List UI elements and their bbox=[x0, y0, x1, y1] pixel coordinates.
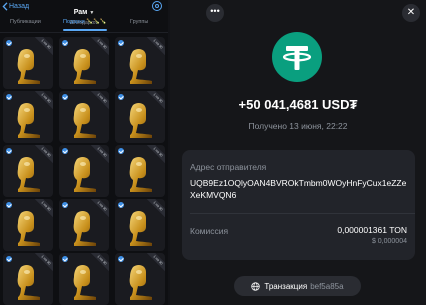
fee-label: Комиссия bbox=[190, 226, 229, 236]
check-badge-icon bbox=[6, 256, 12, 262]
transaction-hash: bef5a85a bbox=[310, 281, 344, 291]
gift-icon bbox=[129, 210, 152, 246]
transaction-button[interactable]: Транзакция bef5a85a bbox=[234, 276, 361, 296]
check-badge-icon bbox=[62, 256, 68, 262]
amount: +50 041,4681 USD₮ bbox=[238, 97, 358, 112]
tether-icon bbox=[272, 32, 322, 82]
check-badge-icon bbox=[118, 202, 124, 208]
gift-icon bbox=[73, 210, 96, 246]
check-badge-icon bbox=[62, 202, 68, 208]
close-button[interactable]: ✕ bbox=[402, 4, 420, 22]
gift-card[interactable]: 1 на 30 bbox=[115, 91, 165, 143]
transaction-panel: ••• ✕ +50 041,4681 USD₮ Получено 13 июня… bbox=[170, 0, 426, 305]
divider bbox=[190, 213, 415, 214]
page-title[interactable]: Рам ▼ bbox=[74, 9, 95, 16]
details-card: Адрес отправителя UQB9Ez1OQlyOAN4BVROkTm… bbox=[182, 150, 415, 260]
globe-icon bbox=[251, 281, 261, 291]
sender-label: Адрес отправителя bbox=[190, 162, 267, 172]
close-icon: ✕ bbox=[406, 7, 416, 18]
check-badge-icon bbox=[6, 94, 12, 100]
gift-card[interactable]: 1 на 30 bbox=[115, 37, 165, 89]
gift-card[interactable]: 1 на 30 bbox=[3, 91, 53, 143]
gift-card[interactable]: 1 на 30 bbox=[3, 199, 53, 251]
tab-bar: Публикации Подарки 🍾🍾🍾 Группы bbox=[0, 17, 168, 32]
check-badge-icon bbox=[62, 40, 68, 46]
settings-icon[interactable] bbox=[152, 1, 162, 11]
gift-card[interactable]: 1 на 30 bbox=[59, 199, 109, 251]
check-badge-icon bbox=[62, 148, 68, 154]
gift-card[interactable]: 1 на 30 bbox=[59, 145, 109, 197]
gift-icon bbox=[17, 210, 40, 246]
gift-card[interactable]: 1 на 30 bbox=[3, 253, 53, 305]
gift-icon bbox=[73, 156, 96, 192]
check-badge-icon bbox=[118, 40, 124, 46]
chevron-down-icon: ▼ bbox=[89, 9, 95, 16]
more-button[interactable]: ••• bbox=[206, 4, 224, 22]
transaction-label: Транзакция bbox=[264, 281, 308, 291]
check-badge-icon bbox=[118, 94, 124, 100]
gift-card[interactable]: 1 на 30 bbox=[59, 37, 109, 89]
check-badge-icon bbox=[6, 40, 12, 46]
fee-usd: $ 0,000004 bbox=[371, 238, 407, 245]
more-icon: ••• bbox=[210, 6, 220, 16]
gift-icon bbox=[73, 264, 96, 300]
gift-icon bbox=[129, 156, 152, 192]
tab-divider bbox=[0, 32, 168, 33]
check-badge-icon bbox=[6, 202, 12, 208]
check-badge-icon bbox=[62, 94, 68, 100]
title-text: Рам bbox=[73, 9, 88, 16]
gift-icon bbox=[129, 102, 152, 138]
tab-groups[interactable]: Группы bbox=[130, 17, 148, 32]
gift-icon bbox=[17, 156, 40, 192]
check-badge-icon bbox=[118, 256, 124, 262]
gifts-panel: Назад Рам ▼ 30 подарков Публикации Подар… bbox=[0, 0, 168, 305]
gift-icon bbox=[73, 48, 96, 84]
gift-card[interactable]: 1 на 30 bbox=[115, 253, 165, 305]
gift-icon bbox=[73, 102, 96, 138]
gift-card[interactable]: 1 на 30 bbox=[3, 145, 53, 197]
gift-icon bbox=[129, 48, 152, 84]
gift-icon bbox=[17, 102, 40, 138]
gift-card[interactable]: 1 на 30 bbox=[115, 199, 165, 251]
tab-gifts[interactable]: Подарки 🍾🍾🍾 bbox=[63, 17, 107, 32]
gift-icon bbox=[17, 48, 40, 84]
check-badge-icon bbox=[6, 148, 12, 154]
gift-card[interactable]: 1 на 30 bbox=[59, 91, 109, 143]
gift-card[interactable]: 1 на 30 bbox=[115, 145, 165, 197]
gift-card[interactable]: 1 на 30 bbox=[3, 37, 53, 89]
check-badge-icon bbox=[118, 148, 124, 154]
fee-value: 0,000001361 TON bbox=[337, 225, 407, 235]
gift-icon bbox=[129, 264, 152, 300]
tab-posts[interactable]: Публикации bbox=[10, 17, 41, 32]
gift-icon bbox=[17, 264, 40, 300]
gift-card[interactable]: 1 на 30 bbox=[59, 253, 109, 305]
received-date: Получено 13 июня, 22:22 bbox=[248, 121, 348, 131]
sender-address[interactable]: UQB9Ez1OQlyOAN4BVROkTmbm0WOyHnFyCux1eZZe… bbox=[190, 177, 410, 201]
